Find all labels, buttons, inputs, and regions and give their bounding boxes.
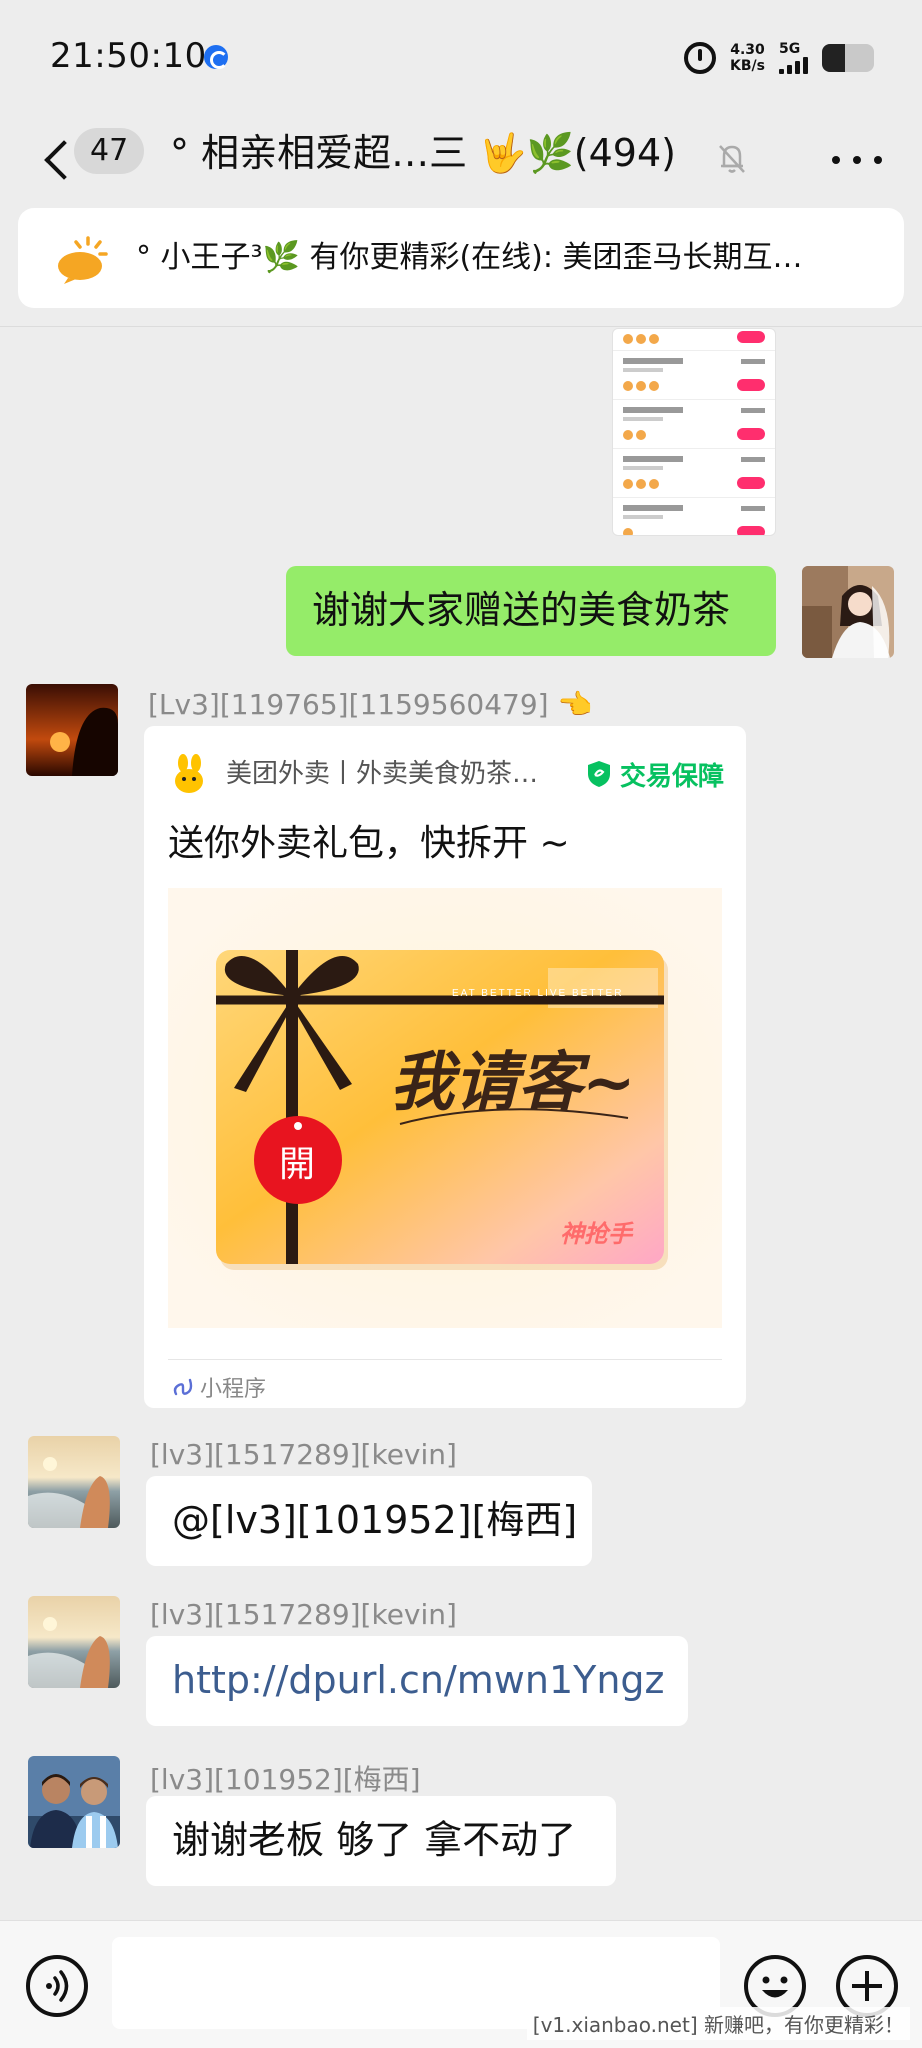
chat-title[interactable]: ° 相亲相爱超…三 🤟🌿(494) <box>170 128 676 178</box>
mini-program-divider <box>168 1359 722 1360</box>
sender-name: [lv3][1517289][kevin] <box>150 1598 457 1631</box>
unread-count-badge[interactable]: 47 <box>74 128 145 174</box>
mini-program-icon <box>173 1378 193 1396</box>
status-time: 21:50:10 <box>50 36 207 76</box>
meituan-logo-icon <box>175 754 203 793</box>
sender-avatar[interactable] <box>28 1756 120 1848</box>
sender-avatar[interactable] <box>28 1436 120 1528</box>
alarm-icon <box>684 42 717 74</box>
voice-input-button[interactable] <box>26 1955 88 2017</box>
network-speed-unit: KB/s <box>730 58 765 74</box>
gift-card-image: EAT BETTER LIVE BETTER 我请客~ 開 神抢手 <box>168 888 722 1328</box>
my-avatar[interactable] <box>802 566 894 658</box>
shield-icon <box>588 761 610 787</box>
network-speed-value: 4.30 <box>730 42 765 58</box>
sender-avatar[interactable] <box>26 684 118 776</box>
sender-name: [lv3][101952][梅西] <box>150 1763 421 1796</box>
network-type: 5G <box>779 41 801 57</box>
mini-program-name: 美团外卖丨外卖美食奶茶… <box>226 759 539 789</box>
emoji-icon <box>762 1976 788 1998</box>
network-speed: 4.30 KB/s <box>730 42 765 74</box>
trade-guarantee-badge: 交易保障 <box>586 756 724 792</box>
chat-header: 47 ° 相亲相爱超…三 🤟🌿(494) <box>0 110 922 210</box>
battery-level <box>822 44 846 72</box>
voice-icon <box>46 1970 69 2002</box>
pinned-message-bar[interactable]: ° 小王子³🌿 有你更精彩(在线): 美团歪马长期互… <box>18 208 904 308</box>
status-bar: 21:50:10 4.30 KB/s 5G <box>0 0 922 110</box>
gift-card-slogan: EAT BETTER LIVE BETTER <box>452 988 623 999</box>
back-icon[interactable] <box>36 134 76 186</box>
incoming-message-bubble[interactable]: @[lv3][101952][梅西] <box>146 1476 592 1566</box>
mini-program-description: 送你外卖礼包，快拆开 ~ <box>168 823 570 864</box>
gift-card-open-button: 開 <box>279 1144 315 1185</box>
sender-avatar[interactable] <box>28 1596 120 1688</box>
mini-program-footer: 小程序 <box>172 1372 266 1402</box>
outgoing-message-bubble[interactable]: 谢谢大家赠送的美食奶茶 <box>286 566 776 656</box>
mini-program-card[interactable]: 美团外卖丨外卖美食奶茶… 交易保障 送你外卖礼包，快拆开 ~ EAT BETTE… <box>144 726 746 1408</box>
image-message-thumbnail[interactable] <box>612 328 776 536</box>
status-indicators: 4.30 KB/s 5G <box>684 38 874 78</box>
battery-icon <box>822 44 874 72</box>
app-notification-icon <box>204 45 228 69</box>
watermark-text: [v1.xianbao.net] 新赚吧，有你更精彩！ <box>526 2007 910 2040</box>
mute-bell-icon <box>719 145 745 173</box>
sun-cloud-icon <box>58 236 108 284</box>
signal-icon: 5G <box>779 42 808 74</box>
header-divider <box>0 326 922 327</box>
sender-name: [Lv3][119765][1159560479] 👈 <box>148 688 593 721</box>
link-message-bubble[interactable]: http://dpurl.cn/mwn1Yngz <box>146 1636 688 1726</box>
gift-card-brand: 神抢手 <box>560 1220 634 1248</box>
incoming-message-bubble[interactable]: 谢谢老板 够了 拿不动了 <box>146 1796 616 1886</box>
input-bar: [v1.xianbao.net] 新赚吧，有你更精彩！ <box>0 1920 922 2048</box>
pinned-message-text: ° 小王子³🌿 有你更精彩(在线): 美团歪马长期互… <box>136 240 803 275</box>
mini-program-footer-label: 小程序 <box>200 1377 267 1402</box>
trade-guarantee-label: 交易保障 <box>620 761 725 792</box>
sender-name: [lv3][1517289][kevin] <box>150 1438 457 1471</box>
more-options-icon[interactable] <box>832 140 882 180</box>
